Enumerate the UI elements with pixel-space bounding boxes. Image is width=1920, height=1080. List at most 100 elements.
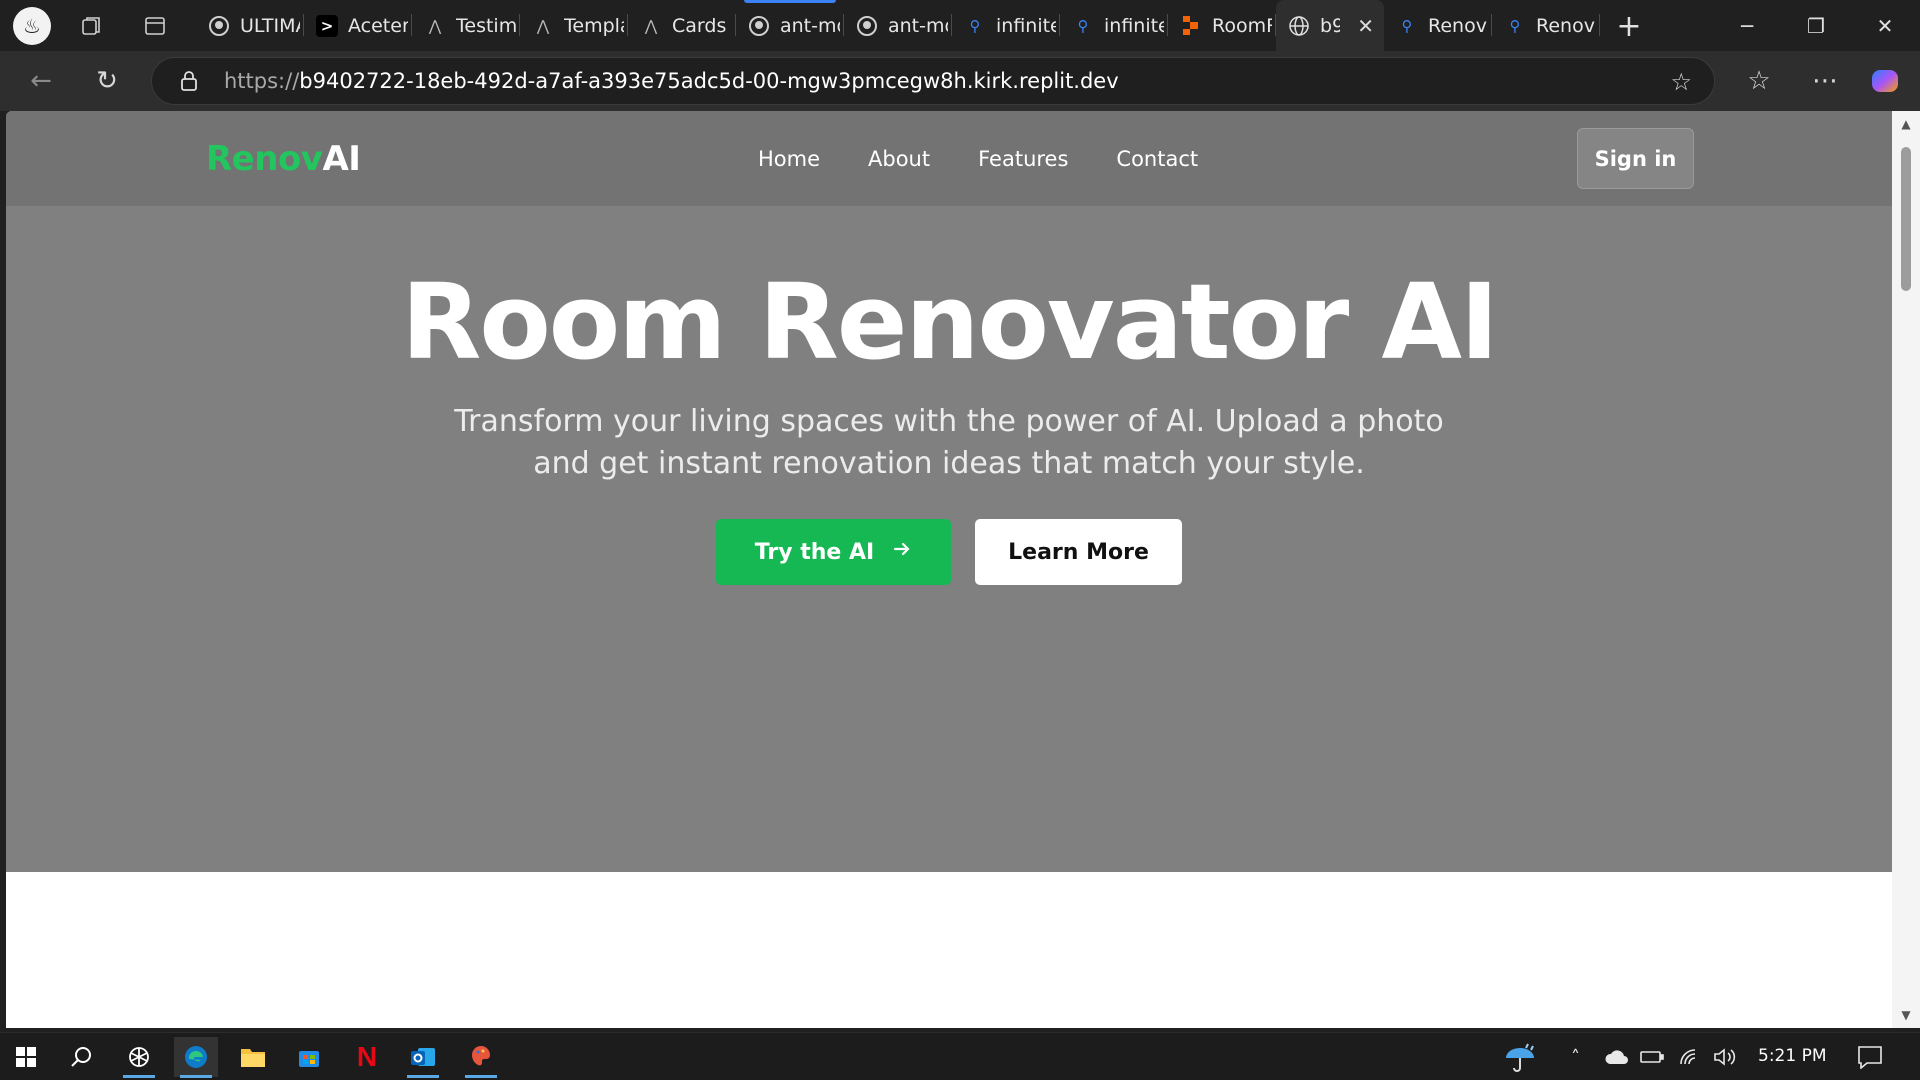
notifications-icon[interactable] [1857, 1033, 1883, 1080]
nav-home[interactable]: Home [758, 147, 820, 171]
scroll-up-arrow-icon[interactable]: ▲ [1892, 113, 1920, 135]
system-clock[interactable]: 5:21 PM [1758, 1046, 1827, 1066]
restore-button[interactable]: ❐ [1781, 0, 1851, 51]
url-host: b9402722-18eb-492d-a7af-a393e75adc5d-00-… [299, 69, 1119, 93]
chatgpt-app-icon[interactable] [117, 1037, 161, 1078]
tab-title: ant-mo [888, 14, 948, 37]
tab-aceternity[interactable]: > Aceternity [304, 0, 412, 51]
tab-infinite-2[interactable]: ⚲ infinite [1060, 0, 1168, 51]
hero-title: Room Renovator AI [401, 261, 1498, 383]
edge-browser-icon[interactable] [174, 1037, 218, 1078]
reload-button[interactable]: ↻ [88, 62, 126, 100]
lock-icon[interactable] [178, 70, 200, 92]
tab-title: infinite [996, 14, 1056, 37]
tab-title: RoomR [1212, 14, 1272, 37]
profile-avatar-icon[interactable]: ♨ [13, 7, 51, 45]
close-window-button[interactable]: ✕ [1850, 0, 1920, 51]
tab-ultima[interactable]: ULTIMA [196, 0, 304, 51]
search-icon: ⚲ [969, 16, 981, 35]
chevron-up-icon[interactable]: ˄ [1571, 1033, 1580, 1080]
nav-about[interactable]: About [868, 147, 930, 171]
scroll-down-arrow-icon[interactable]: ▼ [1892, 1004, 1920, 1026]
windows-start-icon[interactable] [4, 1037, 48, 1077]
arrow-right-icon [892, 539, 912, 565]
volume-icon[interactable] [1712, 1033, 1736, 1080]
windows-taskbar: N ˄ 5:21 PM [0, 1032, 1920, 1080]
minimize-button[interactable]: ─ [1712, 0, 1782, 51]
github-icon [856, 15, 878, 37]
outlook-icon[interactable] [401, 1037, 445, 1078]
url-text[interactable]: https://b9402722-18eb-492d-a7af-a393e75a… [224, 69, 1119, 93]
tab-title: ant-mo [780, 14, 840, 37]
search-icon: ⚲ [1401, 16, 1413, 35]
new-tab-button[interactable]: + [1612, 9, 1646, 44]
logo-part-ai: AI [322, 139, 361, 179]
favorites-icon[interactable]: ☆ [1740, 62, 1778, 100]
tab-cards[interactable]: ⋀ Cards [628, 0, 736, 51]
nav-contact[interactable]: Contact [1116, 147, 1198, 171]
github-icon [748, 15, 770, 37]
tab-testimonials[interactable]: ⋀ Testimonials [412, 0, 520, 51]
tab-active-b9[interactable]: b9 ✕ [1276, 0, 1384, 51]
copilot-icon[interactable] [1866, 62, 1904, 100]
page-scrollbar[interactable]: ▲ ▼ [1892, 111, 1920, 1028]
github-icon [208, 15, 230, 37]
search-icon[interactable] [59, 1037, 103, 1077]
site-nav: Home About Features Contact [758, 147, 1198, 171]
netflix-icon[interactable]: N [345, 1037, 389, 1077]
tab-actions-icon[interactable] [138, 9, 172, 43]
tab-ant-mo-2[interactable]: ant-mo [844, 0, 952, 51]
scrollbar-thumb[interactable] [1901, 147, 1911, 291]
paint-app-icon[interactable] [459, 1037, 503, 1078]
hero-subtitle: Transform your living spaces with the po… [454, 404, 1444, 481]
aceternity-icon: > [316, 14, 338, 37]
weather-rain-icon[interactable] [1502, 1033, 1538, 1080]
try-ai-button[interactable]: Try the AI [716, 519, 951, 585]
globe-icon [1288, 15, 1310, 37]
sign-in-button[interactable]: Sign in [1577, 128, 1694, 189]
page-viewport: RenovAI Home About Features Contact Sign… [6, 111, 1892, 1028]
browser-tab-bar: ♨ ULTIMA > Aceternity ⋀ Testimonials ⋀ T… [0, 0, 1920, 51]
tab-ant-mo-1[interactable]: ant-mo [736, 0, 844, 51]
search-icon: ⚲ [1077, 16, 1089, 35]
replit-icon [1180, 15, 1202, 37]
address-bar[interactable]: https://b9402722-18eb-492d-a7af-a393e75a… [151, 57, 1715, 105]
url-scheme: https:// [224, 69, 300, 93]
search-icon: ⚲ [1509, 16, 1521, 35]
onedrive-cloud-icon[interactable] [1604, 1033, 1630, 1080]
browser-toolbar: ← ↻ https://b9402722-18eb-492d-a7af-a393… [0, 51, 1920, 111]
screen: ♨ ULTIMA > Aceternity ⋀ Testimonials ⋀ T… [0, 0, 1920, 1080]
tab-templates[interactable]: ⋀ Templates [520, 0, 628, 51]
tab-title: Testimonials [456, 14, 516, 37]
tab-title: infinite [1104, 14, 1164, 37]
logo-part-renov: Renov [206, 139, 323, 179]
wifi-icon[interactable] [1678, 1033, 1700, 1080]
workspaces-icon[interactable] [74, 9, 108, 43]
tab-title: Cards [672, 14, 727, 37]
tab-roomr[interactable]: RoomR [1168, 0, 1276, 51]
close-tab-icon[interactable]: ✕ [1357, 14, 1374, 38]
shadcn-icon: ⋀ [536, 16, 550, 35]
site-header: RenovAI Home About Features Contact Sign… [6, 111, 1892, 206]
learn-more-button[interactable]: Learn More [975, 519, 1182, 585]
nav-features[interactable]: Features [978, 147, 1068, 171]
tab-title: ULTIMA [240, 14, 300, 37]
shadcn-icon: ⋀ [428, 16, 442, 35]
tab-renova-2[interactable]: ⚲ Renova [1492, 0, 1600, 51]
tab-title: Aceternity [348, 14, 408, 37]
tab-title: Renova [1428, 14, 1488, 37]
back-button[interactable]: ← [22, 62, 60, 100]
more-menu-icon[interactable]: ⋯ [1806, 62, 1844, 100]
battery-icon[interactable] [1640, 1033, 1664, 1080]
site-logo[interactable]: RenovAI [206, 139, 361, 179]
favorite-star-icon[interactable]: ☆ [1670, 68, 1692, 96]
hero-section: RenovAI Home About Features Contact Sign… [6, 111, 1892, 872]
try-ai-label: Try the AI [754, 539, 875, 565]
file-explorer-icon[interactable] [231, 1037, 275, 1077]
tab-title: Templates [564, 14, 624, 37]
microsoft-store-icon[interactable] [287, 1037, 331, 1077]
tab-strip: ULTIMA > Aceternity ⋀ Testimonials ⋀ Tem… [196, 0, 1600, 51]
tab-infinite-1[interactable]: ⚲ infinite [952, 0, 1060, 51]
tab-title: Renova [1536, 14, 1596, 37]
tab-renova-1[interactable]: ⚲ Renova [1384, 0, 1492, 51]
